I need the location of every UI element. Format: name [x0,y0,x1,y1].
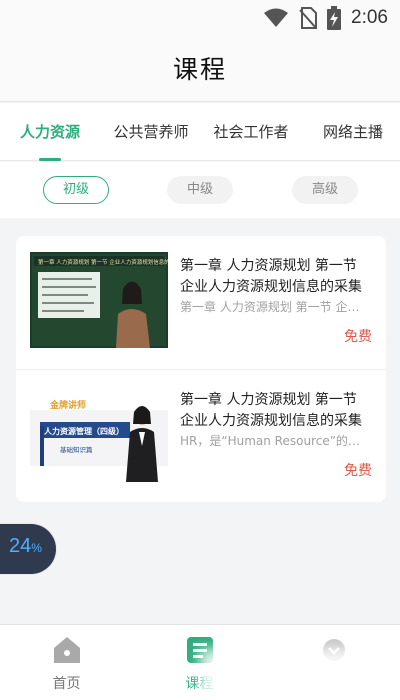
thumbnail-badge: 金牌讲师 [49,399,86,411]
course-price: 免费 [344,463,372,479]
course-item[interactable]: 金牌讲师 人力资源管理（四级） 基础知识篇 第一章 人力资源规划 第一节 企业人… [16,369,386,501]
thumbnail-title: 人力资源管理（四级） [44,426,124,436]
course-subtitle: 第一章 人力资源规划 第一节 企业… [180,300,370,314]
thumbnail-subtitle: 基础知识篇 [60,445,93,454]
tab-public-nutritionist[interactable]: 公共营养师 [108,103,194,161]
category-tabs: 人力资源 公共营养师 社会工作者 网络主播 [0,103,400,161]
tab-social-worker[interactable]: 社会工作者 [208,103,294,161]
tab-label: 社会工作者 [213,123,289,141]
course-list: 第一章 人力资源规划 第一节 企业人力资源规划信息的采集与 第一章 人力资源规划… [16,236,386,502]
tab-label: 网络主播 [322,123,383,141]
status-bar: 2:06 [0,0,400,36]
level-intermediate-button[interactable]: 中级 [167,176,233,204]
status-icons: 2:06 [263,6,388,30]
thumbnail-caption: 第一章 人力资源规划 第一节 企业人力资源规划信息的采集与 [38,258,168,266]
course-thumbnail: 第一章 人力资源规划 第一节 企业人力资源规划信息的采集与 [30,252,168,348]
wifi-icon [264,8,289,27]
level-beginner-button[interactable]: 初级 [43,176,109,204]
course-price: 免费 [344,329,372,345]
level-filter: 初级 中级 高级 [0,162,400,218]
progress-bubble[interactable]: 24% [0,524,56,574]
lecture-video-image: 第一章 人力资源规划 第一节 企业人力资源规划信息的采集与 [30,252,168,348]
course-subtitle: HR，是“Human Resource”的… [180,434,360,448]
course-title: 第一章 人力资源规划 第一节 企业人力资源规划信息的采集与… [180,258,362,295]
tab-human-resources[interactable]: 人力资源 [12,103,88,161]
course-thumbnail: 金牌讲师 人力资源管理（四级） 基础知识篇 [30,386,168,482]
course-cover-image: 金牌讲师 人力资源管理（四级） 基础知识篇 [30,386,168,482]
course-title: 第一章 人力资源规划 第一节 企业人力资源规划信息的采集与… [180,392,362,429]
level-advanced-button[interactable]: 高级 [292,176,358,204]
course-item[interactable]: 第一章 人力资源规划 第一节 企业人力资源规划信息的采集与 第一章 人力资源规划… [16,236,386,368]
home-icon [53,637,80,663]
nav-label: 首页 [52,676,81,692]
nav-item-home[interactable]: 首页 [0,625,133,700]
page-title: 课程 [172,55,227,84]
bottom-navigation: 首页 课程 [0,624,400,700]
status-time: 2:06 [351,7,388,28]
progress-unit: % [31,541,42,555]
page-header: 课程 [0,36,400,102]
battery-charging-icon [327,6,342,30]
blur-overlay [200,649,390,697]
course-list-area: 第一章 人力资源规划 第一节 企业人力资源规划信息的采集与 第一章 人力资源规划… [0,218,400,624]
tab-label: 人力资源 [19,123,80,141]
progress-number: 24 [9,535,32,557]
tab-live-streamer[interactable]: 网络主播 [316,103,390,161]
no-sim-icon [299,7,318,29]
tab-active-indicator [39,158,61,161]
tab-label: 公共营养师 [113,123,189,141]
progress-value: 24% [9,535,42,558]
